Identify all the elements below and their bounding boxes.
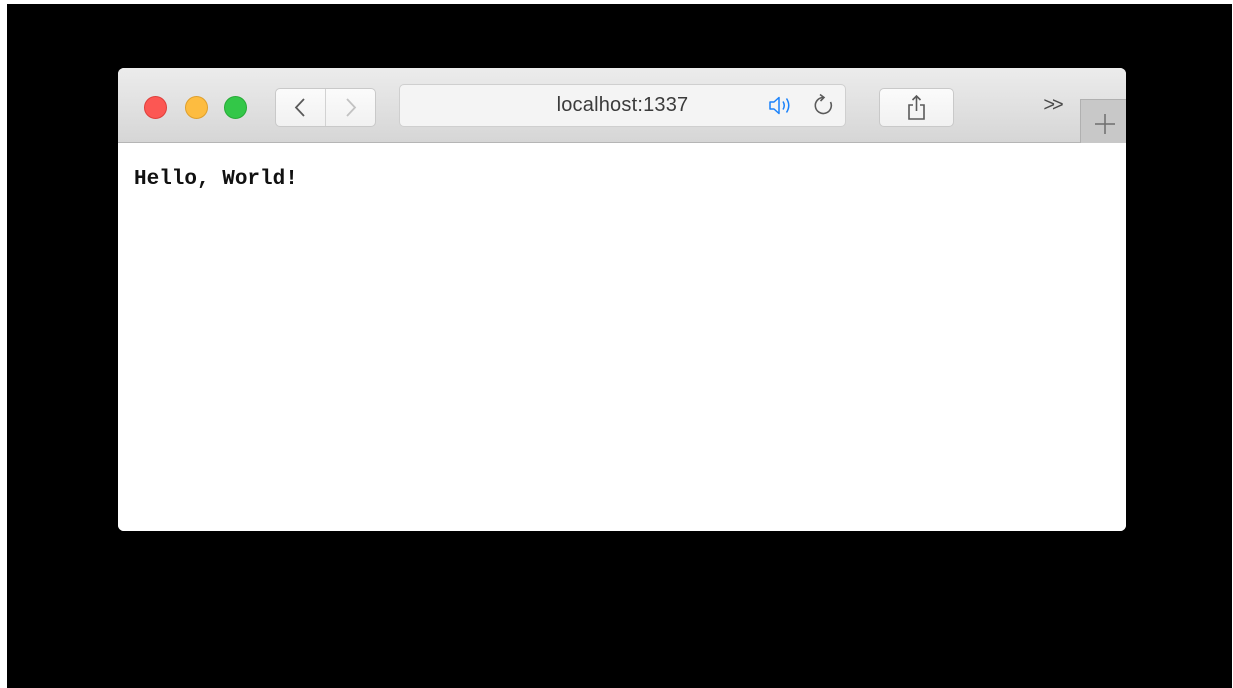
navigation-buttons (275, 88, 376, 127)
zoom-button[interactable] (224, 96, 247, 119)
desktop-background: localhost:1337 >> Hello, World! (7, 4, 1232, 688)
page-content: Hello, World! (118, 143, 1126, 531)
share-icon (880, 94, 953, 130)
back-button[interactable] (276, 89, 325, 126)
forward-button[interactable] (326, 89, 375, 126)
toolbar-overflow-button[interactable]: >> (1038, 90, 1066, 120)
reload-button[interactable] (810, 85, 838, 126)
page-text: Hello, World! (134, 168, 298, 191)
new-tab-button[interactable] (1080, 99, 1126, 143)
audio-button[interactable] (767, 85, 797, 126)
address-bar[interactable]: localhost:1337 (399, 84, 846, 127)
browser-toolbar: localhost:1337 >> (118, 68, 1126, 143)
browser-window: localhost:1337 >> Hello, World! (118, 68, 1126, 531)
minimize-button[interactable] (185, 96, 208, 119)
share-button[interactable] (879, 88, 954, 127)
close-button[interactable] (144, 96, 167, 119)
